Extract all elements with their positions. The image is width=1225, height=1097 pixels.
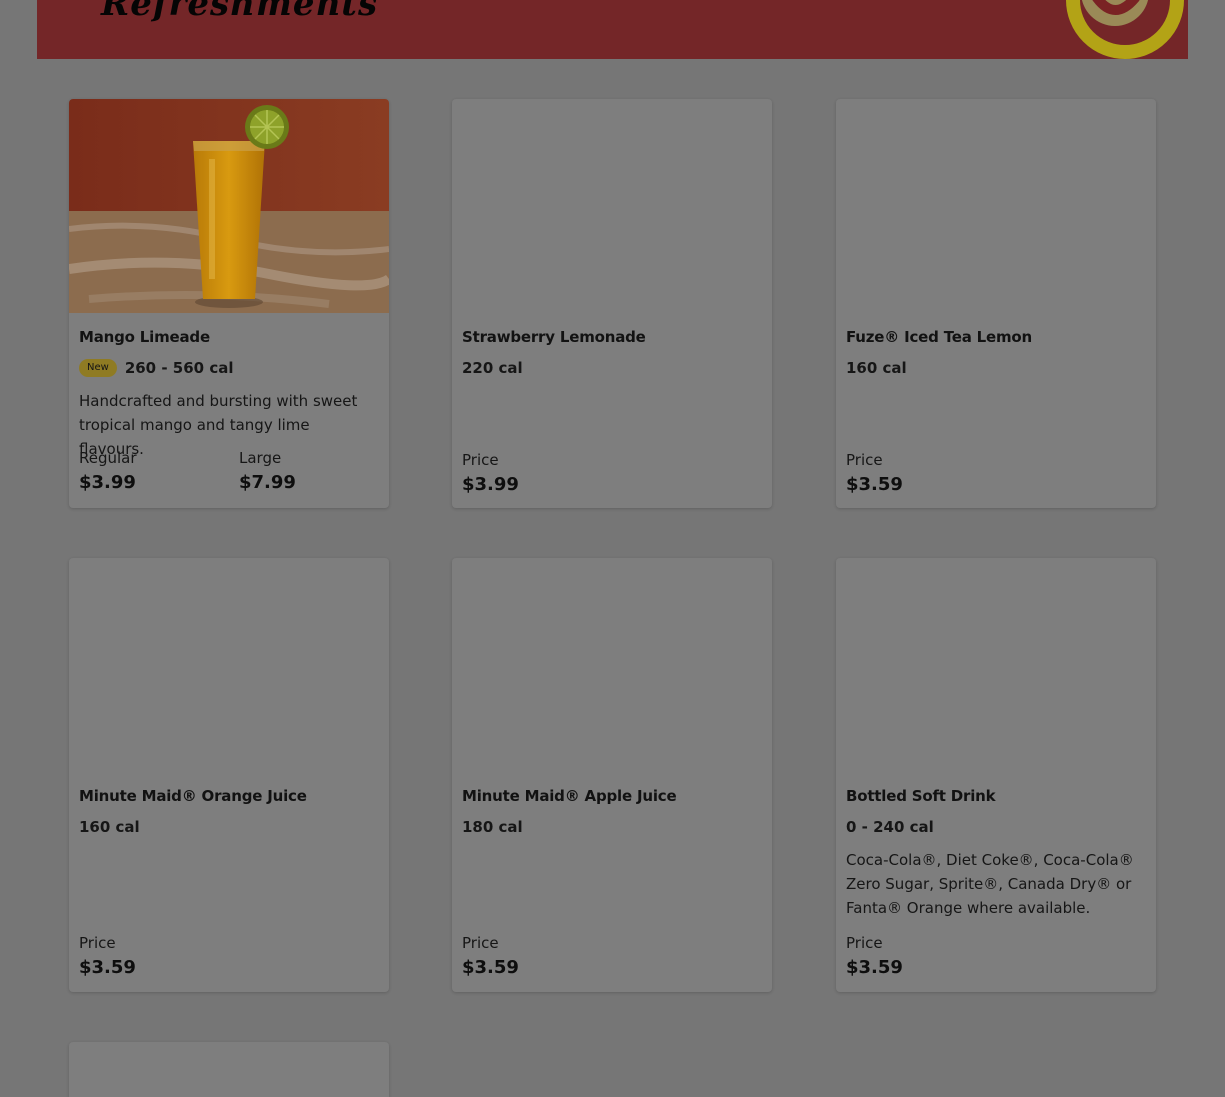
item-meta: 0 - 240 cal [846,817,934,837]
price-label: Price [462,934,499,952]
item-calories: 160 cal [79,818,140,836]
new-badge: New [79,359,117,377]
item-name: Mango Limeade [79,328,210,346]
item-name: Minute Maid® Orange Juice [79,787,307,805]
item-description: Coca-Cola®, Diet Coke®, Coca-Cola® Zero … [846,851,1134,917]
menu-item-card[interactable]: Strawberry Lemonade 220 cal Price $3.99 [452,99,772,508]
menu-item-card[interactable]: Bottled Soft Drink 0 - 240 cal Coca-Cola… [836,558,1156,992]
item-meta: New 260 - 560 cal [79,358,233,378]
price-label: Large [239,449,282,467]
item-meta: 160 cal [846,358,907,378]
item-calories: 160 cal [846,359,907,377]
item-meta: 160 cal [79,817,140,837]
item-calories: 0 - 240 cal [846,818,934,836]
menu-item-card[interactable]: Fuze® Iced Tea Lemon 160 cal Price $3.59 [836,99,1156,508]
item-calories: 260 - 560 cal [124,359,234,377]
menu-item-card[interactable]: Minute Maid® Apple Juice 180 cal Price $… [452,558,772,992]
price: Price $3.59 [846,451,903,495]
mango-limeade-photo [69,99,389,313]
menu-item-card[interactable]: Minute Maid® Orange Juice 160 cal Price … [69,558,389,992]
price-value: $3.59 [462,957,519,978]
price-label: Price [79,934,116,952]
price-value: $3.99 [462,474,519,495]
price-label: Price [846,451,883,469]
item-meta: 220 cal [462,358,523,378]
item-name: Strawberry Lemonade [462,328,646,346]
menu-page: Refreshments Mango Limeade New 260 - 560… [0,0,1225,1097]
price-value: $3.99 [79,472,136,493]
price: Price $3.59 [846,934,903,978]
category-banner: Refreshments [37,0,1188,59]
price-value: $7.99 [239,472,296,493]
price-label: Regular [79,449,137,467]
menu-item-card[interactable] [69,1042,389,1097]
price-value: $3.59 [846,474,903,495]
item-name: Minute Maid® Apple Juice [462,787,677,805]
price-large: Large $7.99 [239,449,296,493]
price-value: $3.59 [846,957,903,978]
menu-item-card[interactable]: Mango Limeade New 260 - 560 cal Handcraf… [69,99,389,508]
price-label: Price [846,934,883,952]
price: Price $3.99 [462,451,519,495]
banner-logo-icon [1066,0,1184,59]
price-regular: Regular $3.99 [79,449,137,493]
item-calories: 220 cal [462,359,523,377]
item-name: Fuze® Iced Tea Lemon [846,328,1033,346]
price-label: Price [462,451,499,469]
price-value: $3.59 [79,957,136,978]
item-name: Bottled Soft Drink [846,787,996,805]
item-meta: 180 cal [462,817,523,837]
item-calories: 180 cal [462,818,523,836]
price: Price $3.59 [462,934,519,978]
price: Price $3.59 [79,934,136,978]
category-title: Refreshments [101,0,379,24]
